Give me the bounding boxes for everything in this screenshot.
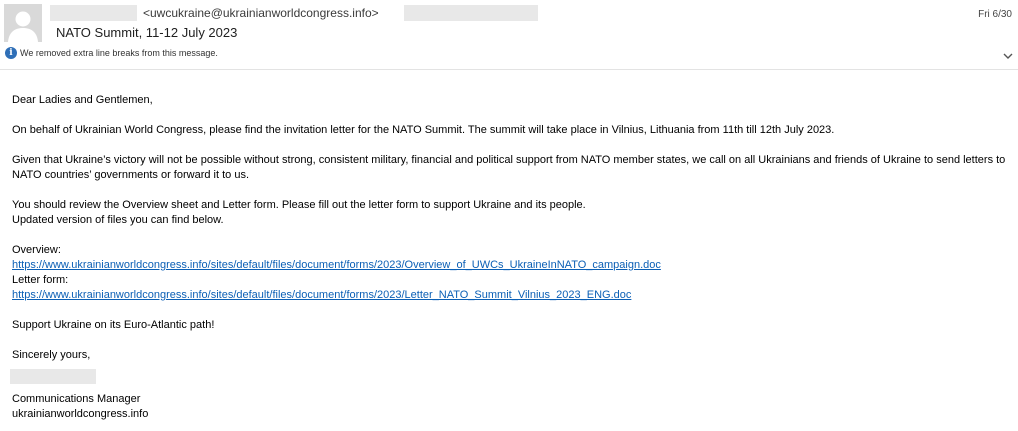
signature-website: ukrainianworldcongress.info — [12, 408, 149, 420]
instructions-line-2: Updated version of files you can find be… — [12, 214, 224, 226]
redacted-sender-name — [50, 5, 137, 21]
signature-title: Communications Manager — [12, 393, 141, 405]
overview-label: Overview: — [12, 244, 61, 256]
email-reading-pane: <uwcukraine@ukrainianworldcongress.info>… — [0, 0, 1018, 431]
instructions-line-1: You should review the Overview sheet and… — [12, 199, 586, 211]
person-silhouette-icon — [4, 4, 42, 42]
body-paragraph-instructions: You should review the Overview sheet and… — [12, 198, 1012, 228]
greeting: Dear Ladies and Gentlemen, — [12, 94, 153, 106]
letter-form-label: Letter form: — [12, 274, 69, 286]
appeal-line-1: Given that Ukraine’s victory will not be… — [12, 154, 1006, 166]
body-paragraph-appeal: Given that Ukraine’s victory will not be… — [12, 153, 1012, 183]
sender-avatar — [4, 4, 42, 42]
sender-email[interactable]: <uwcukraine@ukrainianworldcongress.info> — [143, 6, 379, 20]
received-date: Fri 6/30 — [978, 9, 1012, 20]
redacted-signature-name — [10, 369, 96, 384]
attachments-links: Overview: https://www.ukrainianworldcong… — [12, 243, 1012, 303]
chevron-down-icon[interactable] — [1002, 50, 1014, 62]
appeal-line-2: NATO countries’ governments or forward i… — [12, 169, 249, 181]
info-icon: i — [5, 46, 17, 59]
overview-link[interactable]: https://www.ukrainianworldcongress.info/… — [12, 258, 1012, 273]
header-divider — [0, 69, 1018, 70]
letter-form-link[interactable]: https://www.ukrainianworldcongress.info/… — [12, 288, 1012, 303]
email-subject: NATO Summit, 11-12 July 2023 — [56, 25, 238, 40]
info-notice-bar[interactable]: i We removed extra line breaks from this… — [5, 46, 218, 59]
email-body: Dear Ladies and Gentlemen, On behalf of … — [10, 93, 1012, 422]
info-notice-text: We removed extra line breaks from this m… — [20, 47, 218, 58]
redacted-recipient — [403, 5, 538, 21]
sender-row: <uwcukraine@ukrainianworldcongress.info> — [50, 5, 538, 21]
closing-slogan: Support Ukraine on its Euro-Atlantic pat… — [12, 319, 215, 331]
signoff: Sincerely yours, — [12, 349, 91, 361]
body-paragraph-invitation: On behalf of Ukrainian World Congress, p… — [12, 124, 835, 136]
